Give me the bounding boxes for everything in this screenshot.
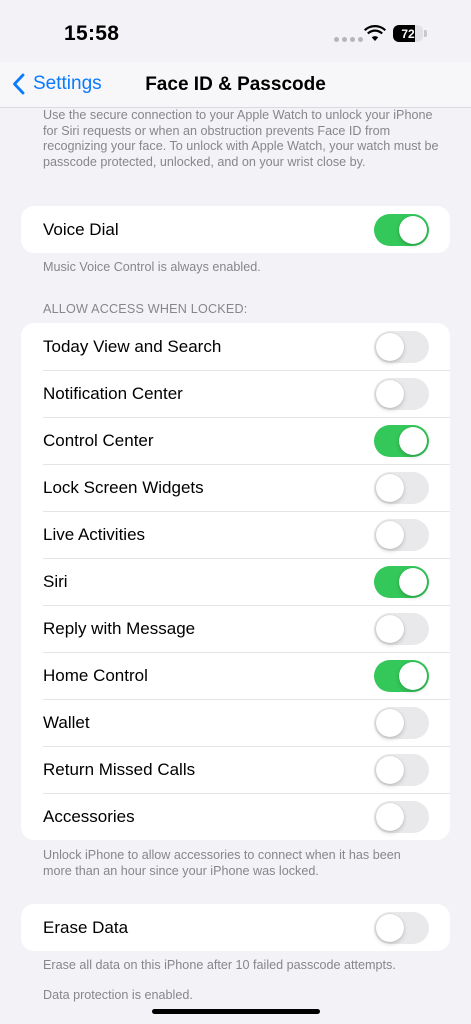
data-protection-status: Data protection is enabled.	[43, 988, 193, 1002]
toggle-knob	[376, 756, 404, 784]
erase-data-toggle[interactable]	[374, 912, 429, 944]
toggle-knob	[399, 662, 427, 690]
setting-label-control-center: Control Center	[43, 430, 154, 450]
erase-data-footnote: Erase all data on this iPhone after 10 f…	[43, 958, 396, 972]
setting-label-return-missed-calls: Return Missed Calls	[43, 759, 196, 779]
erase-data-card: Erase Data	[21, 904, 450, 951]
toggle-knob	[376, 709, 404, 737]
setting-label-home-control: Home Control	[43, 665, 148, 685]
voice-dial-label: Voice Dial	[43, 219, 119, 239]
toggle-accessories[interactable]	[374, 801, 429, 833]
apple-watch-footnote: Use the secure connection to your Apple …	[43, 108, 439, 169]
setting-label-notification-center: Notification Center	[43, 383, 183, 403]
erase-data-row[interactable]: Erase Data	[21, 904, 450, 951]
toggle-knob	[376, 380, 404, 408]
voice-dial-footnote: Music Voice Control is always enabled.	[43, 260, 261, 274]
toggle-knob	[376, 333, 404, 361]
toggle-knob	[376, 521, 404, 549]
locked-access-card: Today View and Search Notification Center…	[21, 323, 450, 840]
toggle-wallet[interactable]	[374, 707, 429, 739]
toggle-home-control[interactable]	[374, 660, 429, 692]
voice-dial-card: Voice Dial	[21, 206, 450, 253]
setting-row-home-control[interactable]: Home Control	[21, 652, 450, 699]
toggle-siri[interactable]	[374, 566, 429, 598]
accessories-footnote: Unlock iPhone to allow accessories to co…	[43, 848, 401, 878]
battery-icon: 72	[393, 25, 423, 42]
toggle-knob	[376, 474, 404, 502]
toggle-knob	[376, 615, 404, 643]
toggle-notification-center[interactable]	[374, 378, 429, 410]
toggle-knob	[376, 803, 404, 831]
battery-tip	[424, 30, 427, 37]
voice-dial-toggle[interactable]	[374, 214, 429, 246]
status-time: 15:58	[64, 22, 120, 45]
setting-row-siri[interactable]: Siri	[21, 558, 450, 605]
toggle-live-activities[interactable]	[374, 519, 429, 551]
setting-row-reply-with-message[interactable]: Reply with Message	[21, 605, 450, 652]
toggle-today-view-and-search[interactable]	[374, 331, 429, 363]
setting-row-accessories[interactable]: Accessories	[21, 793, 450, 840]
setting-row-lock-screen-widgets[interactable]: Lock Screen Widgets	[21, 464, 450, 511]
toggle-reply-with-message[interactable]	[374, 613, 429, 645]
setting-label-accessories: Accessories	[43, 806, 135, 826]
setting-label-reply-with-message: Reply with Message	[43, 618, 196, 638]
setting-label-today-view-and-search: Today View and Search	[43, 336, 222, 356]
wifi-icon	[364, 25, 386, 41]
toggle-lock-screen-widgets[interactable]	[374, 472, 429, 504]
setting-label-lock-screen-widgets: Lock Screen Widgets	[43, 477, 204, 497]
status-bar: 15:58 72	[0, 0, 471, 62]
toggle-return-missed-calls[interactable]	[374, 754, 429, 786]
setting-label-live-activities: Live Activities	[43, 524, 146, 544]
section-header-locked-access: ALLOW ACCESS WHEN LOCKED:	[43, 302, 248, 316]
toggle-knob	[399, 427, 427, 455]
navigation-bar: Settings Face ID & Passcode	[0, 62, 471, 108]
setting-row-notification-center[interactable]: Notification Center	[21, 370, 450, 417]
setting-row-live-activities[interactable]: Live Activities	[21, 511, 450, 558]
toggle-control-center[interactable]	[374, 425, 429, 457]
setting-label-siri: Siri	[43, 571, 68, 591]
setting-row-return-missed-calls[interactable]: Return Missed Calls	[21, 746, 450, 793]
setting-row-wallet[interactable]: Wallet	[21, 699, 450, 746]
home-indicator[interactable]	[152, 1009, 320, 1014]
setting-label-wallet: Wallet	[43, 712, 90, 732]
battery-level: 72	[401, 26, 415, 41]
setting-row-control-center[interactable]: Control Center	[21, 417, 450, 464]
cellular-signal-icon	[334, 37, 363, 42]
page-title: Face ID & Passcode	[145, 74, 326, 95]
erase-data-label: Erase Data	[43, 917, 129, 937]
setting-row-today-view-and-search[interactable]: Today View and Search	[21, 323, 450, 370]
voice-dial-row[interactable]: Voice Dial	[21, 206, 450, 253]
toggle-knob	[399, 568, 427, 596]
